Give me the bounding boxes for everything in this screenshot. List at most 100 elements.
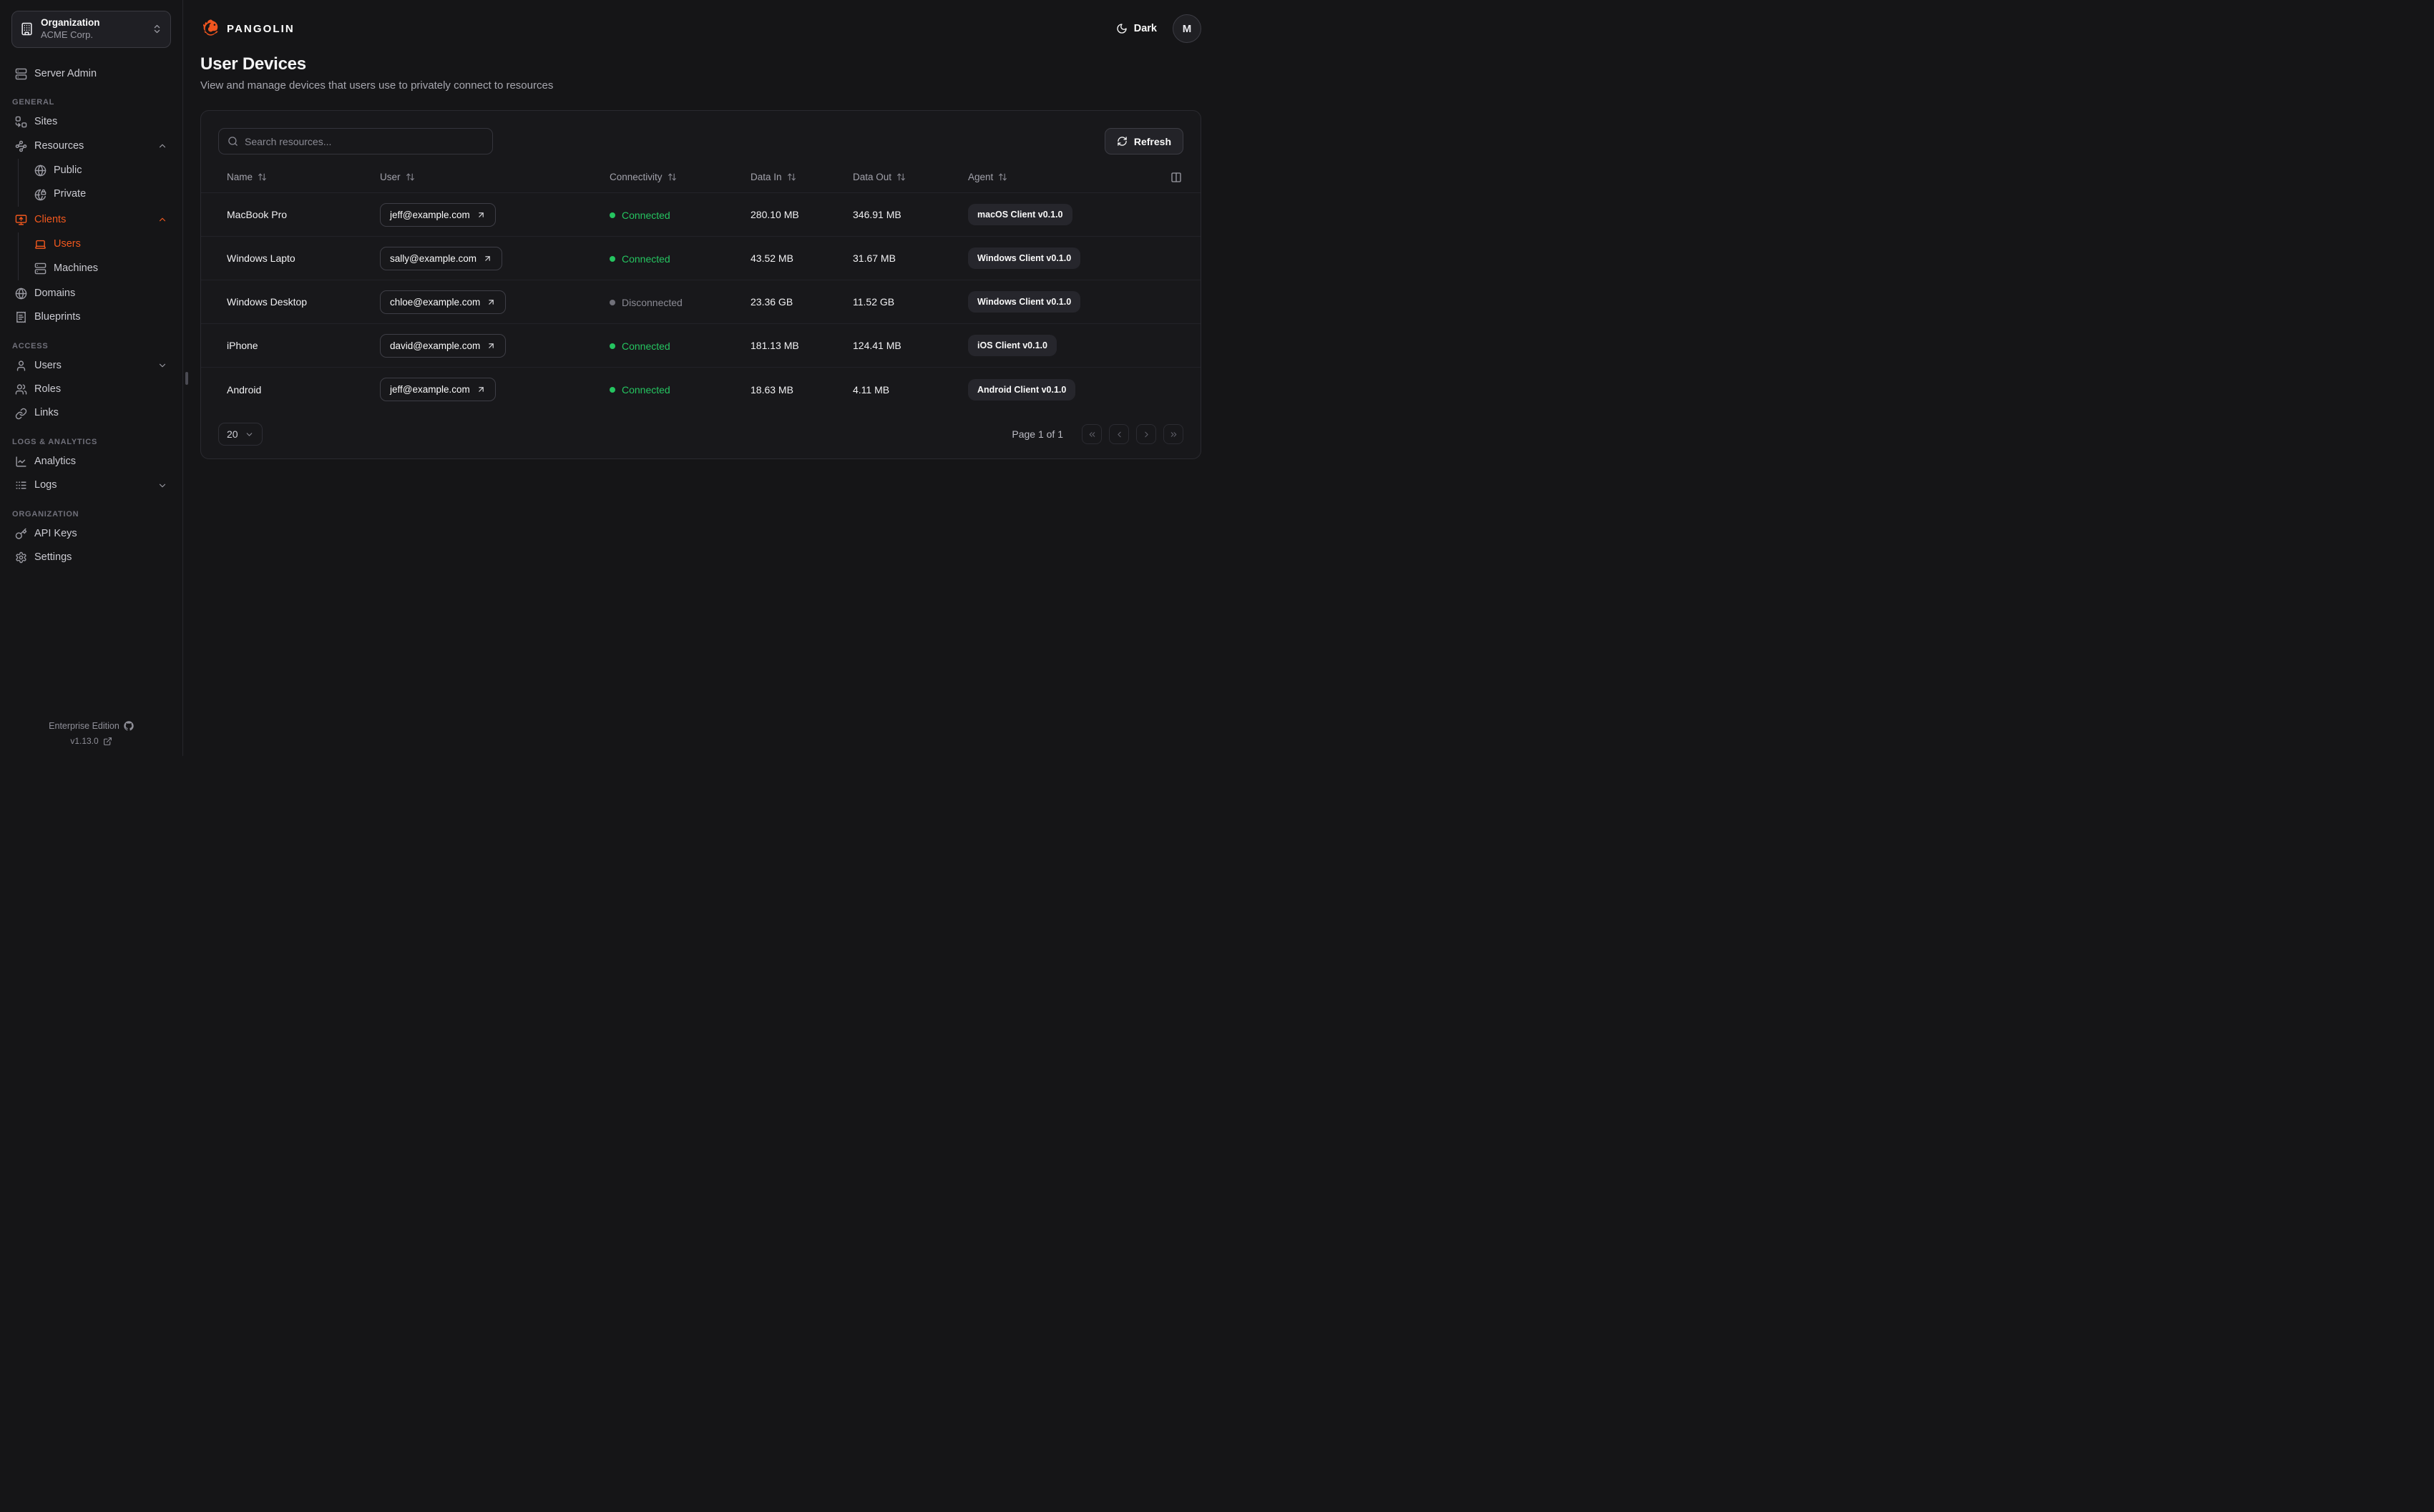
user-link[interactable]: chloe@example.com (380, 290, 507, 314)
sidebar-item-logs[interactable]: Logs (11, 473, 171, 497)
connectivity-status: Disconnected (610, 297, 683, 308)
sidebar-item-client-users[interactable]: Users (19, 232, 171, 256)
sort-icon (896, 172, 906, 182)
next-page-button[interactable] (1136, 424, 1156, 444)
brand-home-link[interactable]: PANGOLIN (200, 19, 295, 39)
refresh-label: Refresh (1133, 135, 1171, 147)
table-row: Windows Lapto sally@example.com Connecte… (201, 237, 1201, 280)
org-switcher-value: ACME Corp. (41, 29, 93, 40)
theme-toggle[interactable]: Dark (1116, 23, 1157, 34)
avatar-initial: M (1182, 22, 1192, 35)
building-icon (20, 22, 34, 36)
column-label: User (380, 172, 401, 182)
sidebar-item-machines[interactable]: Machines (19, 257, 171, 280)
sidebar-item-api-keys[interactable]: API Keys (11, 522, 171, 546)
data-in-value: 18.63 MB (751, 383, 793, 396)
clients-sublist: Users Machines (18, 232, 171, 280)
last-page-button[interactable] (1163, 424, 1183, 444)
user-link[interactable]: sally@example.com (380, 246, 502, 270)
chevron-down-icon (157, 481, 167, 491)
section-title-organization: ORGANIZATION (12, 509, 79, 519)
connectivity-status: Connected (610, 253, 670, 265)
user-link[interactable]: david@example.com (380, 333, 507, 358)
sidebar-item-settings[interactable]: Settings (11, 546, 171, 569)
sidebar-item-sites[interactable]: Sites (11, 110, 171, 134)
first-page-button[interactable] (1082, 424, 1102, 444)
server-icon (15, 68, 27, 80)
sidebar-item-label: Analytics (34, 455, 77, 467)
agent-badge: Windows Client v0.1.0 (968, 247, 1081, 269)
column-visibility-button[interactable] (1169, 170, 1183, 185)
sidebar-item-label: API Keys (34, 527, 77, 539)
sort-icon (787, 172, 796, 182)
version-link[interactable]: v1.13.0 (0, 736, 182, 746)
agent-badge: iOS Client v0.1.0 (968, 335, 1057, 356)
device-name: Windows Desktop (227, 296, 308, 308)
column-header-data-out[interactable]: Data Out (853, 172, 968, 182)
receipt-icon (15, 311, 27, 323)
sidebar-item-users[interactable]: Users (11, 354, 171, 378)
edition-link[interactable]: Enterprise Edition (0, 721, 182, 731)
sidebar-item-roles[interactable]: Roles (11, 378, 171, 401)
sidebar-item-private[interactable]: Private (19, 182, 171, 206)
table-row: MacBook Pro jeff@example.com Connected 2… (201, 193, 1201, 237)
section-title-access: ACCESS (12, 341, 49, 350)
column-label: Data In (751, 172, 782, 182)
laptop-icon (34, 238, 47, 250)
sidebar-item-resources[interactable]: Resources (11, 134, 171, 158)
sidebar-item-label: Domains (34, 287, 76, 299)
user-icon (15, 360, 27, 372)
search-input[interactable] (245, 135, 484, 147)
waypoints-icon (15, 140, 27, 152)
chart-line-icon (15, 456, 27, 468)
chevron-up-icon (157, 141, 167, 151)
user-link[interactable]: jeff@example.com (380, 202, 496, 227)
refresh-button[interactable]: Refresh (1104, 128, 1183, 154)
version-label: v1.13.0 (70, 736, 99, 746)
moon-icon (1116, 23, 1128, 34)
column-header-connectivity[interactable]: Connectivity (610, 172, 751, 182)
card-toolbar: Refresh (218, 128, 1183, 154)
sidebar-item-links[interactable]: Links (11, 401, 171, 425)
user-email: chloe@example.com (390, 296, 481, 308)
page-header: User Devices View and manage devices tha… (200, 54, 1201, 92)
org-switcher[interactable]: Organization ACME Corp. (11, 11, 171, 48)
sidebar-item-server-admin[interactable]: Server Admin (11, 62, 171, 86)
column-label: Agent (968, 172, 994, 182)
avatar[interactable]: M (1173, 14, 1201, 43)
column-header-user[interactable]: User (380, 172, 610, 182)
chevron-up-icon (157, 215, 167, 225)
sidebar-item-label: Private (54, 188, 87, 200)
status-dot (610, 387, 615, 393)
devices-table: Name User Connectivity Data In Data Out … (201, 162, 1201, 411)
device-name: MacBook Pro (227, 209, 288, 220)
table-row: Windows Desktop chloe@example.com Discon… (201, 280, 1201, 324)
status-dot (610, 255, 615, 262)
arrow-up-right-icon (476, 210, 486, 220)
sites-icon (15, 116, 27, 128)
previous-page-button[interactable] (1109, 424, 1129, 444)
resources-sublist: Public Private (18, 158, 171, 207)
user-link[interactable]: jeff@example.com (380, 378, 496, 401)
arrow-up-right-icon (487, 341, 496, 350)
arrow-up-right-icon (476, 385, 486, 394)
page-size-value: 20 (227, 428, 238, 440)
sidebar-item-analytics[interactable]: Analytics (11, 450, 171, 473)
arrow-up-right-icon (487, 298, 496, 307)
column-label: Connectivity (610, 172, 663, 182)
theme-label: Dark (1133, 23, 1157, 34)
sidebar-item-public[interactable]: Public (19, 159, 171, 182)
sidebar-item-domains[interactable]: Domains (11, 282, 171, 305)
data-out-value: 4.11 MB (853, 383, 890, 396)
page-size-select[interactable]: 20 (218, 423, 263, 446)
sidebar-item-label: Public (54, 164, 82, 176)
globe-icon (15, 288, 27, 300)
sidebar-item-blueprints[interactable]: Blueprints (11, 305, 171, 329)
sidebar-item-clients[interactable]: Clients (11, 208, 171, 232)
sidebar-resize-handle[interactable] (185, 372, 188, 385)
column-header-data-in[interactable]: Data In (751, 172, 853, 182)
sidebar: Organization ACME Corp. Server Admin GEN… (0, 0, 183, 756)
column-header-agent[interactable]: Agent (968, 172, 1159, 182)
device-name: Windows Lapto (227, 252, 295, 264)
column-header-name[interactable]: Name (218, 172, 380, 182)
